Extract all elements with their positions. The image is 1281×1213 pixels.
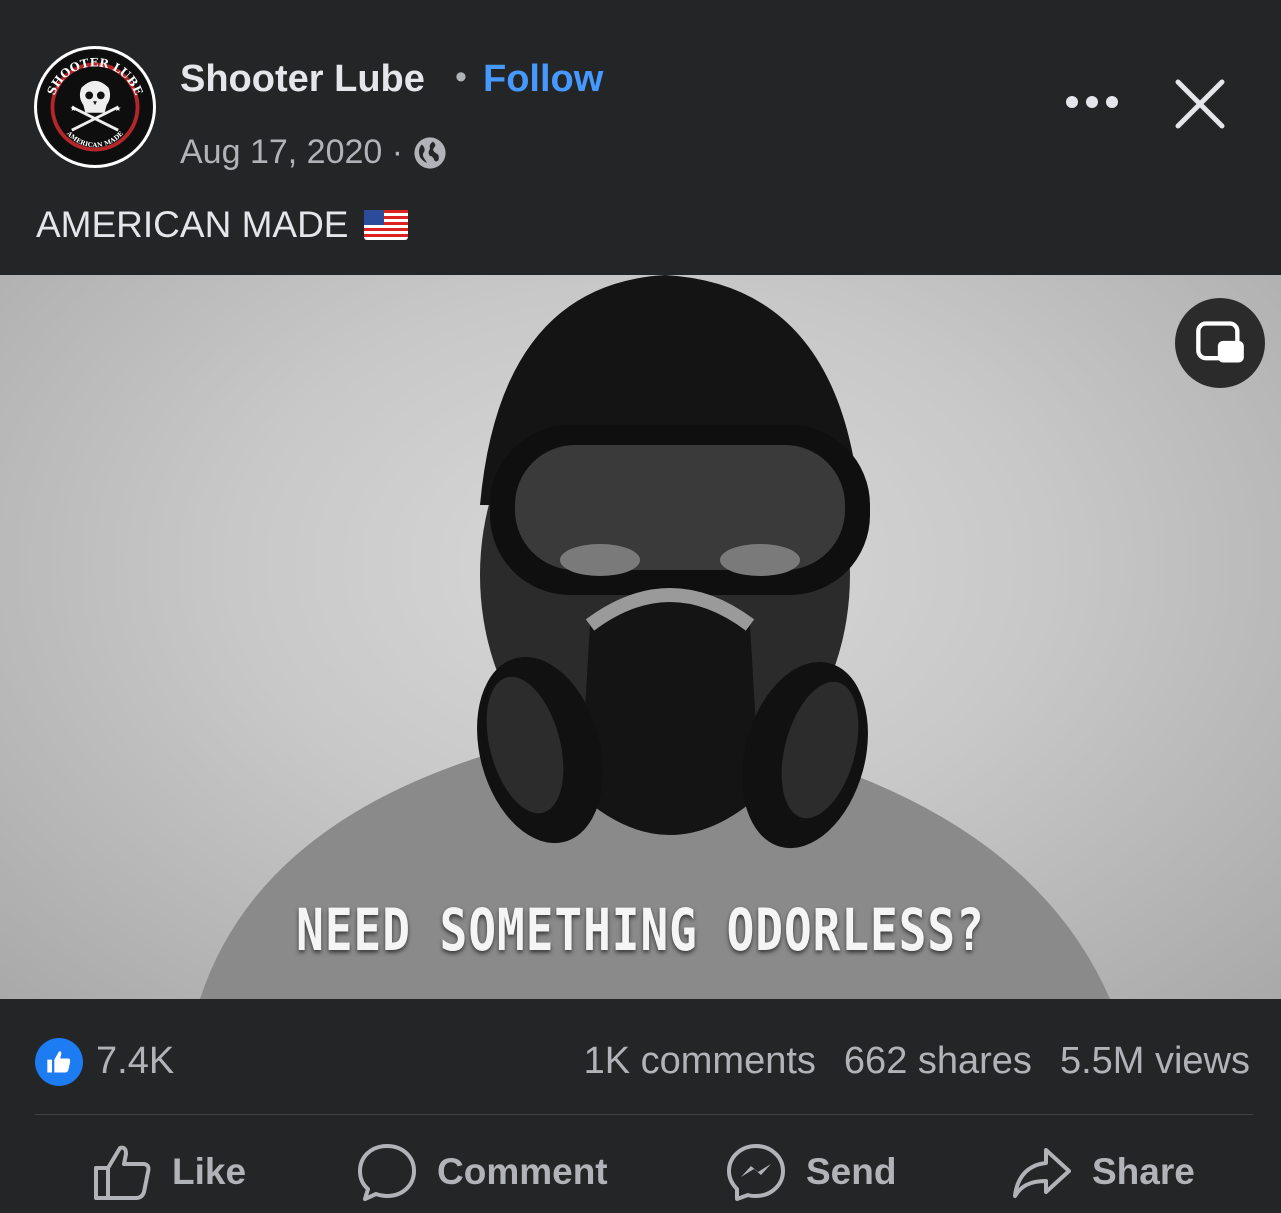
- share-button[interactable]: Share: [1012, 1142, 1195, 1202]
- messenger-icon: [727, 1144, 785, 1201]
- video-subtitle: NEED SOMETHING ODORLESS?: [296, 896, 985, 964]
- like-count[interactable]: 7.4K: [96, 1040, 174, 1083]
- globe-icon: [414, 136, 446, 169]
- shooter-lube-logo: SHOOTER LUBE AMERICAN MADE ★ ★: [38, 50, 152, 164]
- like-badge[interactable]: [35, 1038, 83, 1086]
- action-bar: Like Comment Send Share: [0, 1130, 1281, 1213]
- comment-label: Comment: [437, 1151, 608, 1192]
- post-header: SHOOTER LUBE AMERICAN MADE ★ ★ Shooter L…: [0, 0, 1281, 275]
- follow-button[interactable]: Follow: [483, 58, 603, 101]
- post-meta: Aug 17, 2020 ·: [180, 133, 447, 172]
- comment-icon: [358, 1144, 416, 1201]
- stats-right: 1K comments 662 shares 5.5M views: [584, 1040, 1250, 1083]
- video-player[interactable]: NEED SOMETHING ODORLESS?: [0, 275, 1281, 999]
- share-icon: [1013, 1148, 1071, 1198]
- views-count: 5.5M views: [1059, 1040, 1250, 1082]
- picture-in-picture-button[interactable]: [1175, 298, 1265, 388]
- like-button[interactable]: Like: [92, 1142, 246, 1202]
- svg-text:★: ★: [114, 104, 121, 113]
- page-name[interactable]: Shooter Lube: [180, 58, 425, 101]
- comments-count[interactable]: 1K comments: [584, 1040, 816, 1083]
- send-label: Send: [806, 1151, 897, 1192]
- pip-icon: [1196, 321, 1244, 363]
- shares-count[interactable]: 662 shares: [844, 1040, 1032, 1083]
- page-avatar[interactable]: SHOOTER LUBE AMERICAN MADE ★ ★: [34, 46, 156, 168]
- engagement-stats: 7.4K 1K comments 662 shares 5.5M views: [0, 1000, 1281, 1115]
- share-label: Share: [1092, 1151, 1195, 1192]
- comment-button[interactable]: Comment: [357, 1142, 608, 1202]
- more-options-icon[interactable]: [1064, 84, 1120, 120]
- thumbs-up-icon: [47, 1051, 71, 1073]
- send-button[interactable]: Send: [726, 1142, 896, 1202]
- divider: [35, 1114, 1253, 1115]
- post-date[interactable]: Aug 17, 2020 ·: [180, 133, 403, 172]
- post-caption: AMERICAN MADE: [36, 204, 409, 246]
- us-flag-icon: [364, 210, 409, 240]
- like-label: Like: [172, 1151, 247, 1192]
- name-separator: •: [455, 58, 467, 96]
- svg-text:★: ★: [70, 104, 77, 113]
- thumbs-up-outline-icon: [94, 1145, 151, 1200]
- caption-text: AMERICAN MADE: [36, 204, 349, 245]
- video-frame: [200, 275, 1110, 999]
- close-icon[interactable]: [1170, 74, 1230, 134]
